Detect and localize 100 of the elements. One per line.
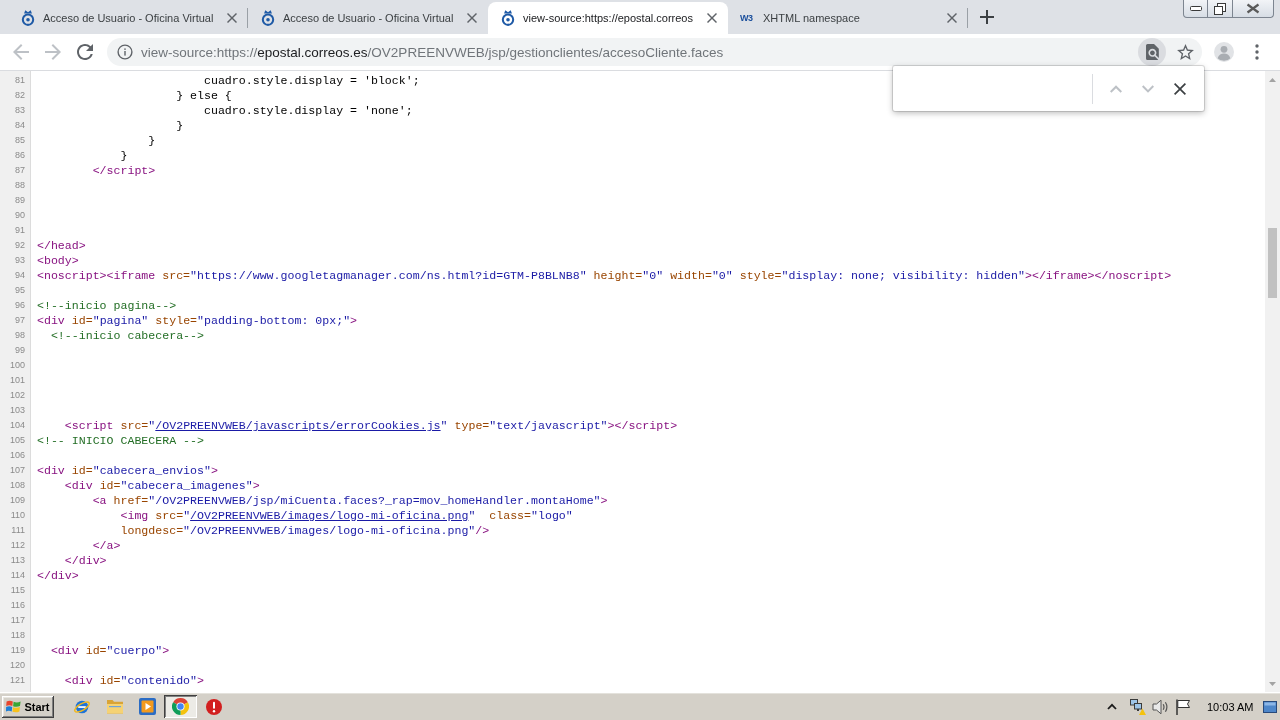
code-line: </div> — [37, 568, 79, 583]
close-tab-button[interactable] — [224, 10, 240, 26]
forward-arrow-icon — [45, 44, 61, 60]
line-number: 87 — [15, 165, 25, 176]
restore-button[interactable] — [1208, 0, 1233, 18]
line-number: 97 — [15, 315, 25, 326]
network-icon[interactable] — [1129, 698, 1146, 715]
close-icon — [1246, 3, 1260, 14]
line-number: 121 — [9, 675, 25, 686]
line-number: 96 — [15, 300, 25, 311]
code-line: } — [176, 118, 184, 133]
code-line: </head> — [37, 238, 86, 253]
line-number: 100 — [9, 360, 25, 371]
minimize-button[interactable] — [1183, 0, 1208, 18]
code-line: } — [148, 133, 156, 148]
line-number: 94 — [15, 270, 25, 281]
code-line: <div id="cuerpo"> — [50, 643, 170, 658]
line-number: 90 — [15, 210, 25, 221]
line-number: 95 — [15, 285, 25, 296]
info-icon — [117, 44, 133, 60]
code-line: </script> — [92, 163, 156, 178]
chevron-down-icon — [1142, 84, 1154, 93]
url-text: view-source:https://epostal.correos.es/OV2PREENVWEB/jsp/gestionclientes/accesoCliente.faces — [141, 44, 725, 60]
code-line: </a> — [92, 538, 121, 553]
code-line: <div id="cabecera_envios"> — [37, 463, 218, 478]
chevron-up-icon[interactable] — [1107, 703, 1117, 710]
start-button[interactable]: Start — [2, 695, 54, 718]
line-number: 91 — [15, 225, 25, 236]
line-number: 85 — [15, 135, 25, 146]
code-line: } — [120, 148, 128, 163]
close-icon — [227, 13, 237, 23]
plus-icon — [980, 10, 994, 24]
close-icon — [1174, 82, 1186, 95]
flag-logo-icon — [6, 700, 22, 713]
close-tab-button[interactable] — [464, 10, 480, 26]
tab[interactable]: W3 XHTML namespace — [728, 2, 968, 34]
line-number: 81 — [15, 75, 25, 86]
source-link[interactable]: /OV2PREENVWEB/javascripts/errorCookies.js — [155, 419, 441, 432]
line-number: 104 — [9, 420, 25, 431]
source-link[interactable]: /OV2PREENVWEB/images/logo-mi-oficina.png — [190, 509, 469, 522]
scrollbar[interactable] — [1265, 71, 1280, 692]
code-line: <!--inicio pagina--> — [37, 298, 177, 313]
close-icon — [707, 13, 717, 23]
site-logo: W3 — [740, 12, 754, 24]
line-number: 105 — [9, 435, 25, 446]
code-line: <!--inicio cabecera--> — [50, 328, 204, 343]
line-number: 82 — [15, 90, 25, 101]
code-line: longdesc="/OV2PREENVWEB/images/logo-mi-oficina.png"/> — [120, 523, 490, 538]
line-number: 92 — [15, 240, 25, 251]
clock[interactable]: 10:03 AM — [1207, 700, 1253, 713]
line-number: 117 — [10, 615, 25, 626]
star-icon — [1176, 44, 1194, 60]
back-arrow-icon — [13, 44, 29, 60]
tab[interactable]: view-source:https://epostal.correos — [488, 2, 728, 34]
code-line: } else { — [176, 88, 232, 103]
play-icon — [139, 698, 156, 715]
line-number: 119 — [10, 645, 25, 656]
close-icon — [947, 13, 957, 23]
line-number: 89 — [15, 195, 25, 206]
find-in-page-button[interactable] — [1138, 38, 1166, 66]
avatar-icon — [1214, 42, 1234, 62]
show-desktop-icon[interactable] — [1263, 700, 1277, 713]
line-number: 115 — [10, 585, 25, 596]
crown-emblem-icon — [260, 10, 276, 26]
line-number: 88 — [15, 180, 25, 191]
scrollbar-thumb[interactable] — [1268, 228, 1277, 298]
code-line: cuadro.style.display = 'none'; — [203, 103, 413, 118]
line-number: 118 — [10, 630, 25, 641]
line-number: 93 — [15, 255, 25, 266]
line-number: 114 — [10, 570, 25, 581]
code-line: <!-- INICIO CABECERA --> — [37, 433, 204, 448]
address-bar[interactable]: view-source:https://epostal.correos.es/OV2PREENVWEB/jsp/gestionclientes/accesoCliente.faces — [107, 38, 1202, 66]
flag-icon[interactable] — [1175, 698, 1191, 715]
line-number: 109 — [9, 495, 25, 506]
alert-icon — [205, 698, 222, 715]
line-number: 84 — [15, 120, 25, 131]
minimize-icon — [1189, 6, 1202, 11]
close-tab-button[interactable] — [944, 10, 960, 26]
window-close-button[interactable] — [1233, 0, 1274, 18]
code-line: cuadro.style.display = 'block'; — [203, 73, 420, 88]
tab[interactable]: Acceso de Usuario - Oficina Virtual — [248, 2, 488, 34]
code-line: <noscript><iframe src="https://www.googletagmanager.com/ns.html?id=GTM-P8BLNB8" height="0" width="0" style="display: none; visibility: hidden"></iframe></noscript> — [37, 268, 1172, 283]
line-number: 106 — [9, 450, 25, 461]
close-tab-button[interactable] — [704, 10, 720, 26]
line-number: 120 — [9, 660, 25, 671]
line-number: 102 — [9, 390, 25, 401]
line-number: 112 — [10, 540, 25, 551]
speaker-icon[interactable] — [1152, 698, 1169, 715]
code-line: <div id="pagina" style="padding-bottom: 0px;"> — [37, 313, 358, 328]
folder-icon — [105, 699, 124, 714]
line-number: 99 — [15, 345, 25, 356]
browser-window-button[interactable] — [164, 695, 197, 718]
chevron-up-icon — [1110, 84, 1122, 93]
tab[interactable]: Acceso de Usuario - Oficina Virtual — [8, 2, 248, 34]
code-line: <body> — [37, 253, 79, 268]
line-number: 83 — [15, 105, 25, 116]
code-line: <div id="cabecera_imagenes"> — [64, 478, 260, 493]
code-line: <div id="contenido"> — [64, 673, 204, 688]
line-number: 86 — [15, 150, 25, 161]
code-line: <script src="/OV2PREENVWEB/javascripts/errorCookies.js" type="text/javascript"></script> — [64, 418, 678, 433]
